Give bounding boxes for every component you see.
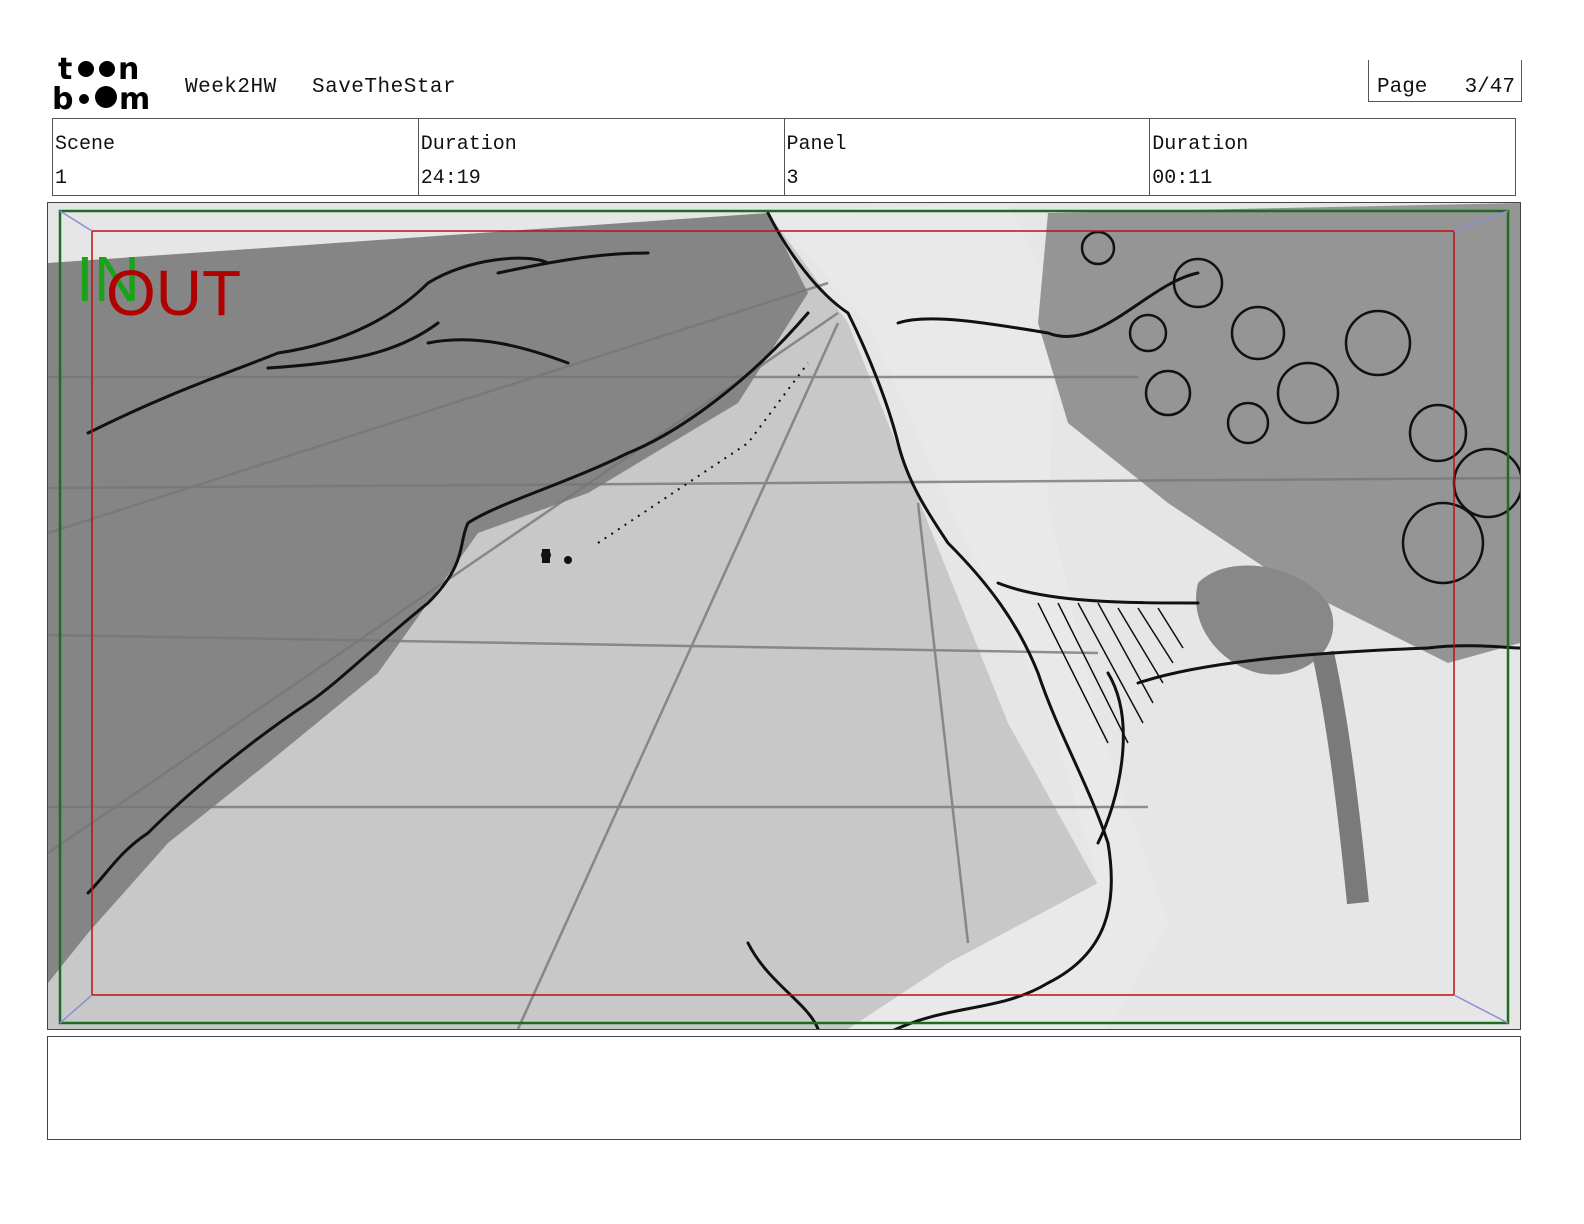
scene-label: Scene (55, 133, 116, 156)
panel-duration-cell: Duration 00:11 (1150, 119, 1515, 195)
scene-value: 1 (55, 167, 68, 190)
svg-text:b: b (52, 82, 73, 112)
panel-value: 3 (786, 167, 799, 190)
panel-notes[interactable] (47, 1036, 1521, 1140)
panel-duration-value: 00:11 (1152, 167, 1213, 190)
storyboard-title: SaveTheStar (312, 76, 457, 99)
panel-info-row: Scene 1 Duration 24:19 Panel 3 Duration … (52, 118, 1516, 196)
panel-cell: Panel 3 (785, 119, 1151, 195)
scene-cell: Scene 1 (53, 119, 419, 195)
page-indicator: Page 3/47 (1368, 60, 1522, 102)
project-name: Week2HW (185, 76, 277, 99)
scene-duration-value: 24:19 (420, 167, 481, 190)
svg-text:m: m (119, 82, 150, 112)
storyboard-panel: IN OUT (47, 202, 1521, 1030)
page-number: 3/47 (1464, 76, 1515, 99)
panel-label: Panel (786, 133, 847, 156)
scene-duration-label: Duration (420, 133, 517, 156)
scene-duration-cell: Duration 24:19 (419, 119, 785, 195)
page-label: Page (1377, 76, 1428, 99)
panel-sketch: IN OUT (48, 203, 1520, 1029)
panel-duration-label: Duration (1152, 133, 1249, 156)
out-marker: OUT (106, 257, 241, 329)
toonboom-logo: toonboom t n b m (52, 52, 150, 112)
